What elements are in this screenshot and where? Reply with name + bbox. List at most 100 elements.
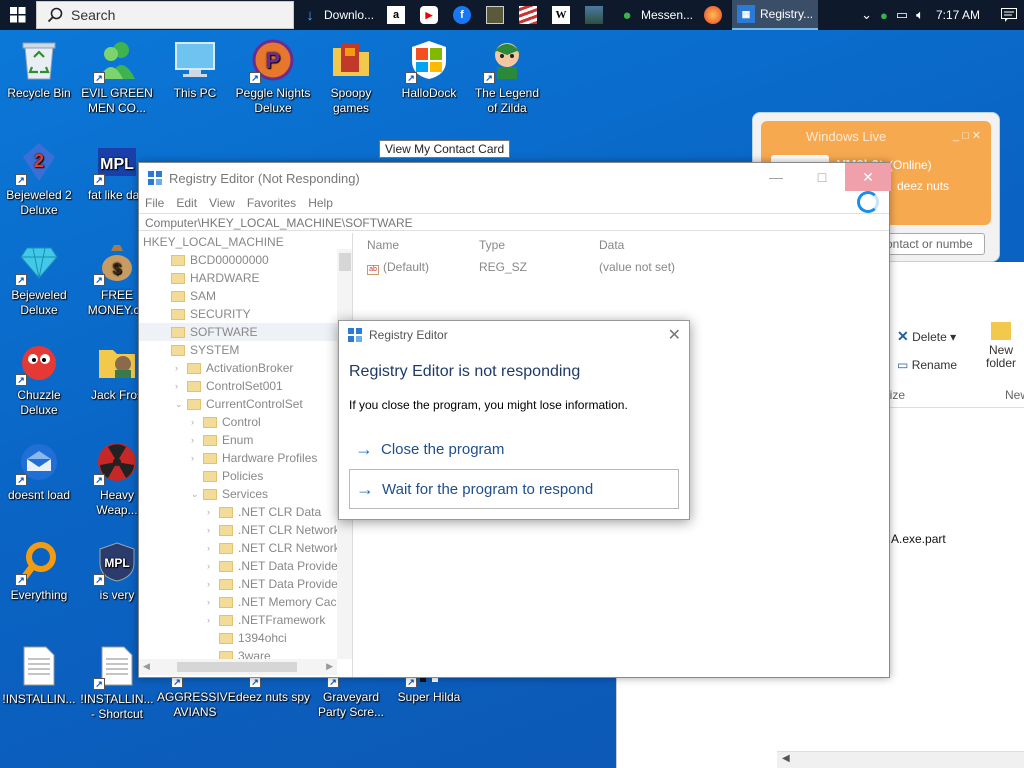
desktop-icon-bejeweled-deluxe[interactable]: ↗ Bejeweled Deluxe: [1, 240, 77, 318]
expand-chevron-right-icon[interactable]: ›: [191, 417, 203, 427]
column-type[interactable]: Type: [479, 238, 599, 252]
taskbar-app-1[interactable]: [481, 0, 514, 30]
tree-node[interactable]: › .NET Data Provider for O: [139, 557, 352, 575]
messenger-status-icon[interactable]: ●: [876, 8, 892, 23]
folder-icon: [219, 632, 233, 644]
menu-favorites[interactable]: Favorites: [247, 196, 296, 210]
tree-node[interactable]: › .NETFramework: [139, 611, 352, 629]
tree-node-label: ActivationBroker: [206, 361, 294, 375]
folder-icon: [203, 452, 217, 464]
taskbar-wikipedia[interactable]: W: [547, 0, 580, 30]
tree-node[interactable]: › ActivationBroker: [139, 359, 352, 377]
delete-button[interactable]: ✕ Delete ▾: [897, 328, 956, 345]
tree-node[interactable]: › Enum: [139, 431, 352, 449]
column-data[interactable]: Data: [599, 238, 799, 252]
expand-chevron-down-icon[interactable]: ⌄: [175, 399, 187, 410]
tree-node[interactable]: ⌄ Services: [139, 485, 352, 503]
file-list-item[interactable]: A.exe.part: [891, 532, 946, 546]
close-button[interactable]: ✕: [845, 163, 891, 191]
desktop-icon-bejeweled-2[interactable]: 2 ↗ Bejeweled 2 Deluxe: [1, 140, 77, 218]
tree-hscroll-thumb[interactable]: [177, 662, 297, 672]
close-program-button[interactable]: → Close the program: [349, 429, 679, 469]
tree-node[interactable]: › .NET Memory Cache 4.0: [139, 593, 352, 611]
taskbar-app-3[interactable]: [580, 0, 613, 30]
desktop-icon-peggle-nights[interactable]: P ↗ Peggle Nights Deluxe: [235, 38, 311, 116]
column-name[interactable]: Name: [359, 238, 479, 252]
taskbar-search-box[interactable]: Search: [36, 1, 294, 29]
folder-icon: [219, 560, 233, 572]
tree-node[interactable]: › ControlSet001: [139, 377, 352, 395]
tree-node[interactable]: › Control: [139, 413, 352, 431]
tree-node[interactable]: › .NET Data Provider for Sc: [139, 575, 352, 593]
address-bar[interactable]: Computer\HKEY_LOCAL_MACHINE\SOFTWARE: [139, 213, 889, 231]
tree-node[interactable]: Policies: [139, 467, 352, 485]
menu-file[interactable]: File: [145, 196, 164, 210]
desktop-icon-recycle-bin[interactable]: Recycle Bin: [1, 38, 77, 101]
maximize-button[interactable]: □: [799, 163, 845, 191]
tree-node[interactable]: › .NET CLR Networking: [139, 521, 352, 539]
show-hidden-icons-chevron-icon[interactable]: ⌄: [857, 7, 876, 23]
volume-icon[interactable]: 🔈︎: [912, 7, 928, 23]
desktop-icon-chuzzle-deluxe[interactable]: ↗ Chuzzle Deluxe: [1, 340, 77, 418]
expand-chevron-right-icon[interactable]: ›: [175, 381, 187, 391]
expand-chevron-down-icon[interactable]: ⌄: [191, 489, 203, 500]
expand-chevron-right-icon[interactable]: ›: [207, 561, 219, 571]
expand-chevron-right-icon[interactable]: ›: [207, 579, 219, 589]
desktop-icon-installing[interactable]: !INSTALLIN...: [1, 644, 77, 707]
minimize-button[interactable]: —: [753, 163, 799, 191]
tree-node[interactable]: HKEY_LOCAL_MACHINE: [139, 233, 352, 251]
tree-node[interactable]: SAM: [139, 287, 352, 305]
expand-chevron-right-icon[interactable]: ›: [191, 453, 203, 463]
taskbar-app-2[interactable]: [514, 0, 547, 30]
start-button[interactable]: [0, 0, 36, 30]
desktop-icon-hallodock[interactable]: ↗ HalloDock: [391, 38, 467, 101]
tree-horizontal-scrollbar[interactable]: ◀ ▶: [139, 659, 337, 675]
tree-node[interactable]: ⌄ CurrentControlSet: [139, 395, 352, 413]
desktop-icon-evil-green-men[interactable]: ↗ EVIL GREEN MEN CO...: [79, 38, 155, 116]
explorer-horizontal-scrollbar[interactable]: ◀: [777, 751, 1024, 768]
tree-node[interactable]: SECURITY: [139, 305, 352, 323]
taskbar-downloads[interactable]: ↓ Downlo...: [296, 0, 382, 30]
expand-chevron-right-icon[interactable]: ›: [207, 597, 219, 607]
desktop-icon-label: !INSTALLIN... - Shortcut: [80, 692, 154, 721]
menu-edit[interactable]: Edit: [176, 196, 197, 210]
messenger-status[interactable]: (Online): [889, 158, 932, 172]
taskbar-messenger[interactable]: ● Messen...: [613, 0, 699, 30]
desktop-icon-spoopy-games[interactable]: Spoopy games: [313, 38, 389, 116]
desktop-icon-doesnt-load[interactable]: ↗ doesnt load: [1, 440, 77, 503]
network-icon[interactable]: ▭: [892, 7, 912, 23]
tree-node[interactable]: HARDWARE: [139, 269, 352, 287]
taskbar-firefox[interactable]: [699, 0, 732, 30]
tree-scroll-thumb[interactable]: [339, 253, 351, 271]
expand-chevron-right-icon[interactable]: ›: [175, 363, 187, 373]
tree-node[interactable]: 1394ohci: [139, 629, 352, 647]
action-center-button[interactable]: [994, 0, 1024, 30]
values-list-row[interactable]: ab (Default) REG_SZ (value not set): [359, 257, 889, 277]
expand-chevron-right-icon[interactable]: ›: [207, 507, 219, 517]
taskbar-registry-editor[interactable]: ▦ Registry...: [732, 0, 818, 30]
messenger-personal-message[interactable]: deez nuts: [897, 179, 949, 193]
desktop-icon-this-pc[interactable]: This PC: [157, 38, 233, 101]
tree-node[interactable]: › .NET CLR Data: [139, 503, 352, 521]
expand-chevron-right-icon[interactable]: ›: [207, 543, 219, 553]
expand-chevron-right-icon[interactable]: ›: [207, 525, 219, 535]
tree-node[interactable]: SOFTWARE: [139, 323, 352, 341]
taskbar-facebook[interactable]: f: [448, 0, 481, 30]
tree-node[interactable]: SYSTEM: [139, 341, 352, 359]
clock[interactable]: 7:17 AM: [928, 8, 994, 22]
taskbar-youtube[interactable]: ▶: [415, 0, 448, 30]
tree-node[interactable]: › .NET CLR Networking 4.0: [139, 539, 352, 557]
menu-view[interactable]: View: [209, 196, 235, 210]
rename-button[interactable]: ▭ Rename: [897, 358, 957, 372]
desktop-icon-legend-of-zilda[interactable]: ↗ The Legend of Zilda: [469, 38, 545, 116]
dialog-close-icon[interactable]: ✕: [668, 325, 681, 345]
tree-node[interactable]: › Hardware Profiles: [139, 449, 352, 467]
menu-help[interactable]: Help: [308, 196, 333, 210]
new-folder-button[interactable]: New folder: [981, 322, 1021, 370]
desktop-icon-everything[interactable]: ↗ Everything: [1, 540, 77, 603]
expand-chevron-right-icon[interactable]: ›: [191, 435, 203, 445]
tree-node[interactable]: BCD00000000: [139, 251, 352, 269]
wait-for-program-button[interactable]: → Wait for the program to respond: [349, 469, 679, 509]
expand-chevron-right-icon[interactable]: ›: [207, 615, 219, 625]
taskbar-amazon[interactable]: a: [382, 0, 415, 30]
